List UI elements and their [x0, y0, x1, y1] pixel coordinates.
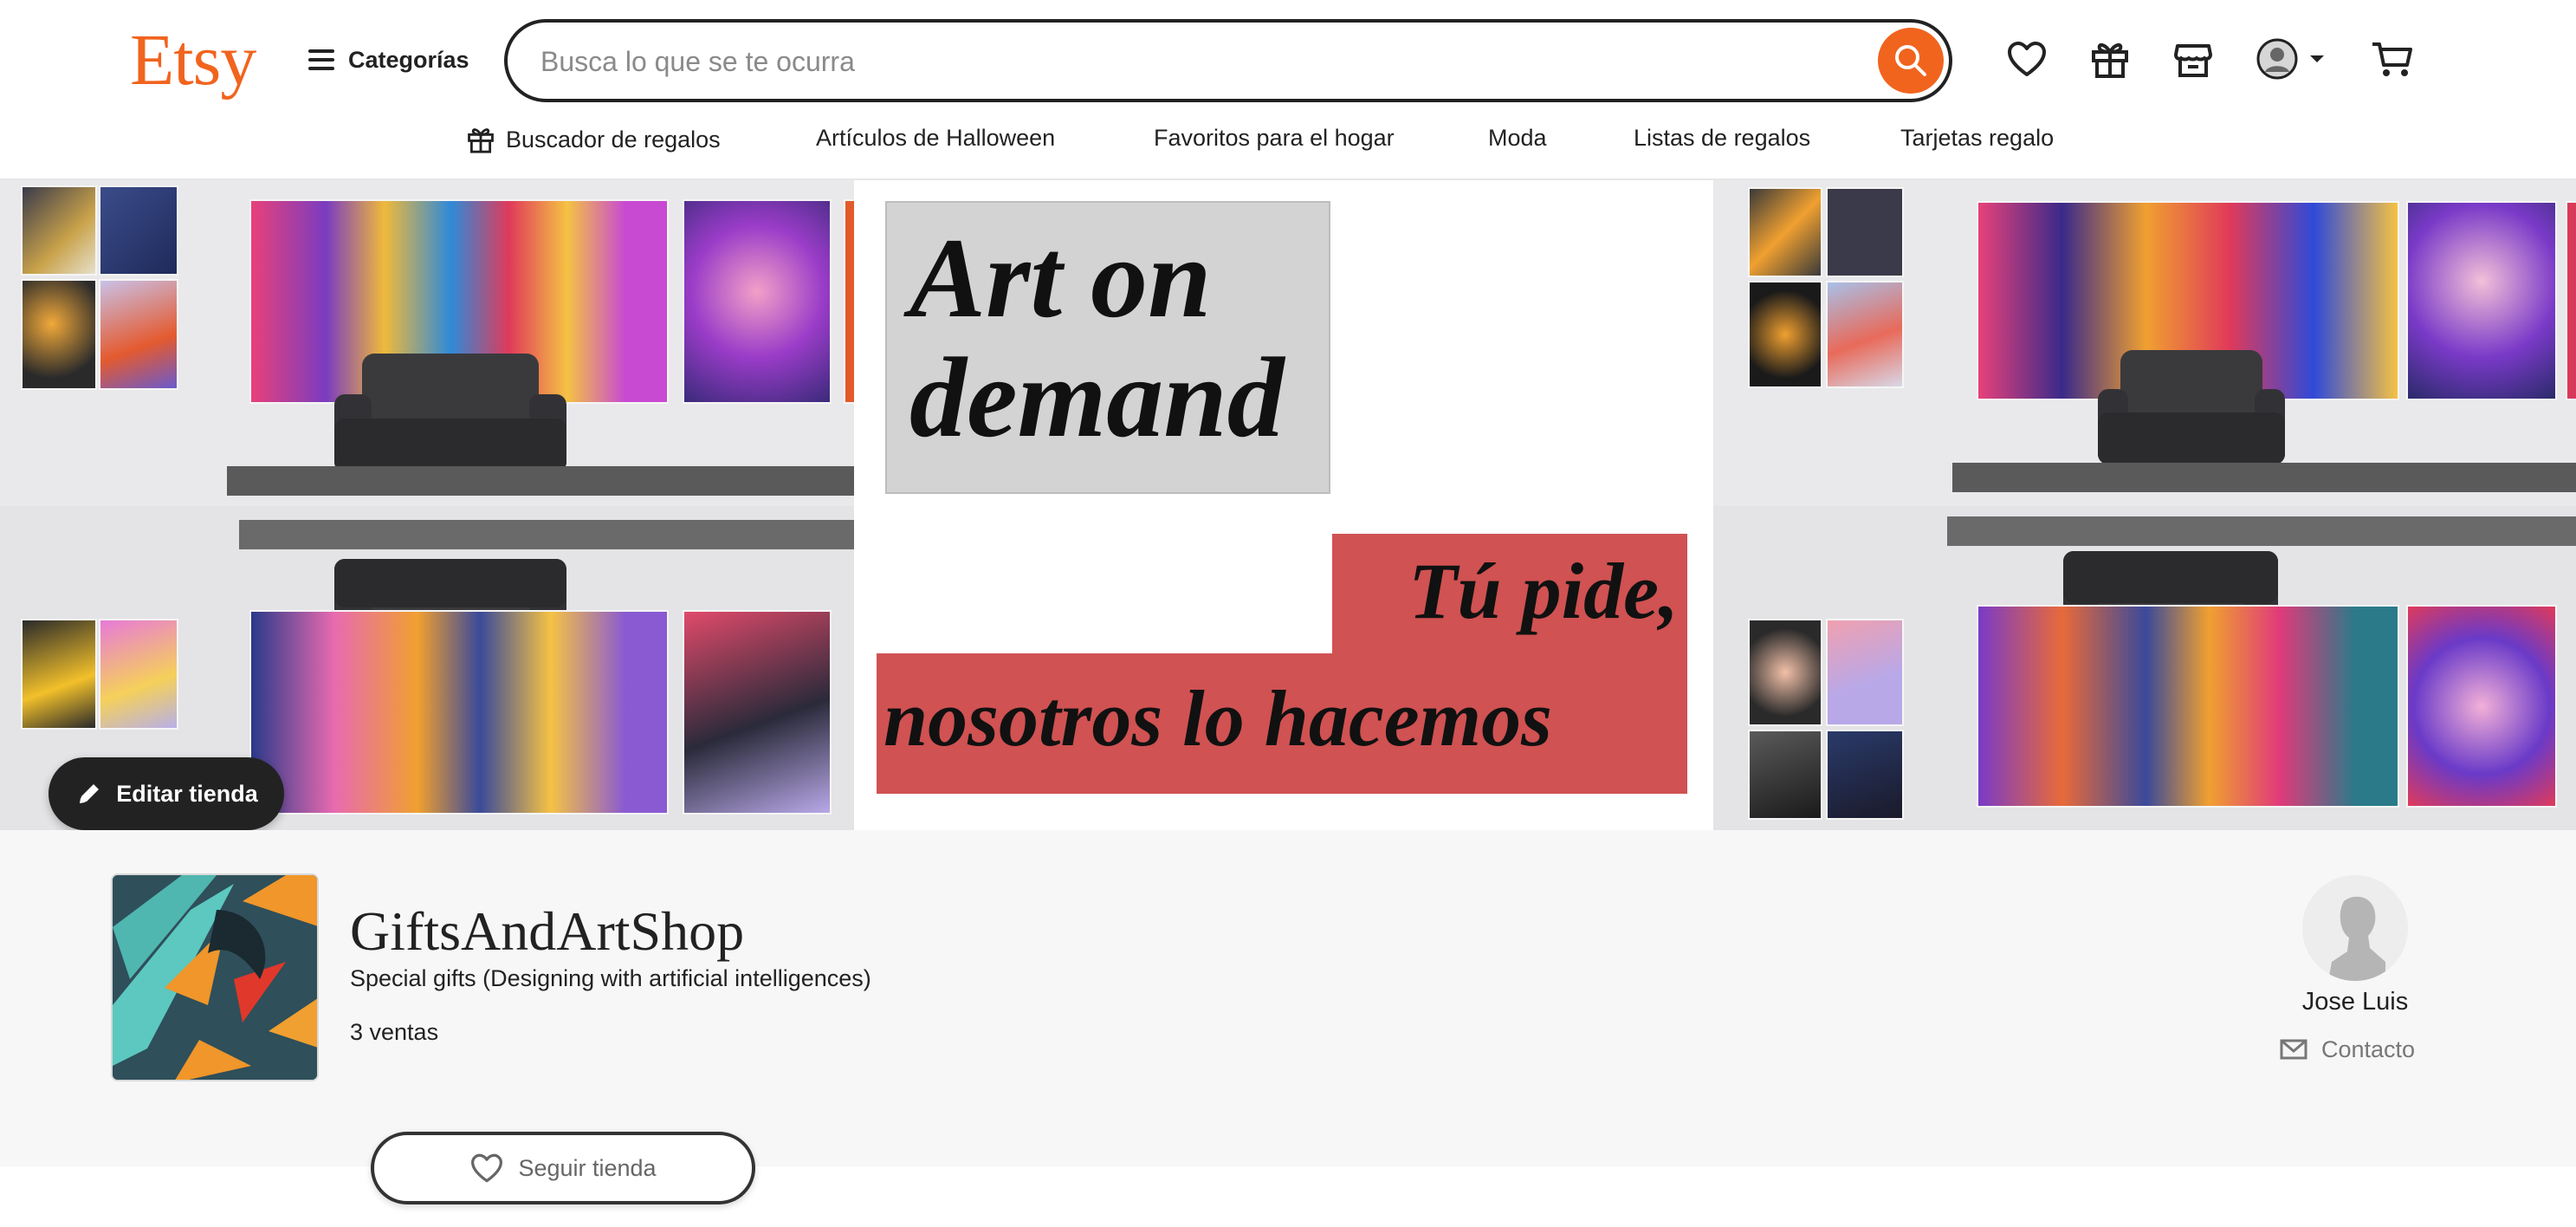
shop-banner: Art on demand Tú pide, nosotros lo hacem… [0, 180, 2576, 830]
painting [251, 612, 667, 813]
contact-owner-link[interactable]: Contacto [2280, 1036, 2415, 1063]
heart-icon [471, 1153, 503, 1183]
mail-icon [2280, 1039, 2307, 1059]
shop-sales-count: 3 ventas [350, 1019, 439, 1045]
search-icon [1895, 45, 1926, 76]
nav-item-label: Buscador de regalos [506, 126, 721, 153]
headline-box: Art on demand [885, 201, 1330, 494]
painting [100, 281, 177, 388]
painting [845, 201, 854, 402]
favorites-button[interactable] [2003, 31, 2051, 87]
banner-room-left [0, 180, 854, 830]
painting [684, 612, 830, 813]
edit-shop-button[interactable]: Editar tienda [49, 757, 284, 830]
painting [23, 187, 95, 274]
shelf [1952, 463, 2576, 492]
painting [1750, 731, 1821, 818]
account-button[interactable] [2252, 31, 2330, 87]
shop-tagline: Special gifts (Designing with artificial… [350, 965, 871, 991]
painting [100, 187, 177, 274]
painting [1978, 607, 2398, 806]
edit-shop-label: Editar tienda [116, 780, 258, 807]
gift-icon [2092, 42, 2128, 78]
nav-fashion[interactable]: Moda [1488, 125, 1547, 152]
shop-name: GiftsAndArtShop [350, 900, 745, 962]
categories-label: Categorías [348, 46, 469, 73]
painting [2567, 203, 2576, 399]
follow-shop-label: Seguir tienda [518, 1154, 657, 1181]
nav-home-favorites[interactable]: Favoritos para el hogar [1154, 125, 1395, 152]
menu-icon [308, 49, 334, 70]
painting [1828, 731, 1902, 818]
search-bar [504, 19, 1952, 102]
nav-halloween[interactable]: Artículos de Halloween [816, 125, 1055, 152]
chevron-down-icon [2310, 55, 2324, 62]
pencil-icon [80, 784, 100, 803]
banner-slogan-line-1: Tú pide, [1408, 547, 1679, 635]
painting [1828, 620, 1902, 724]
sub-navigation: Buscador de regalos Artículos de Hallowe… [0, 120, 2576, 161]
site-header: Etsy Categorías Busca lo que se te ocurr… [0, 0, 2576, 180]
nav-gift-lists[interactable]: Listas de regalos [1634, 125, 1810, 152]
gift-icon [468, 128, 494, 153]
shop-icon [2174, 44, 2212, 77]
painting [1750, 282, 1821, 386]
painting [1750, 620, 1821, 724]
shelf [227, 466, 854, 496]
contact-label: Contacto [2321, 1036, 2416, 1062]
painting [100, 620, 177, 728]
banner-slogan-line-2: nosotros lo hacemos [883, 674, 1552, 763]
banner-headline: Art on demand [909, 214, 1285, 461]
gifts-button[interactable] [2086, 31, 2134, 87]
shop-info-section: GiftsAndArtShop Special gifts (Designing… [0, 830, 2576, 1166]
cart-icon [2372, 42, 2412, 76]
account-icon [2256, 38, 2298, 80]
nav-gift-finder[interactable]: Buscador de regalos [466, 125, 721, 154]
search-input[interactable] [539, 35, 1841, 88]
owner-avatar[interactable] [2302, 875, 2408, 981]
sofa [2098, 350, 2285, 480]
categories-button[interactable]: Categorías [308, 35, 469, 85]
painting [684, 201, 830, 402]
painting [1750, 189, 1821, 276]
painting [2408, 607, 2555, 806]
painting [23, 281, 95, 388]
nav-gift-cards[interactable]: Tarjetas regalo [1900, 125, 2054, 152]
follow-shop-button[interactable]: Seguir tienda [371, 1132, 755, 1204]
painting [23, 620, 95, 728]
banner-room-right [1713, 180, 2576, 830]
etsy-logo[interactable]: Etsy [130, 16, 256, 106]
sell-button[interactable] [2169, 31, 2217, 87]
shop-logo [111, 873, 319, 1081]
banner-slogan-panel: Art on demand Tú pide, nosotros lo hacem… [854, 180, 1713, 830]
owner-name[interactable]: Jose Luis [2252, 988, 2458, 1016]
painting [1828, 189, 1902, 276]
heart-icon [2008, 42, 2046, 76]
cart-button[interactable] [2368, 31, 2417, 87]
painting [1828, 282, 1902, 386]
painting [2408, 203, 2555, 399]
search-button[interactable] [1878, 28, 1944, 94]
